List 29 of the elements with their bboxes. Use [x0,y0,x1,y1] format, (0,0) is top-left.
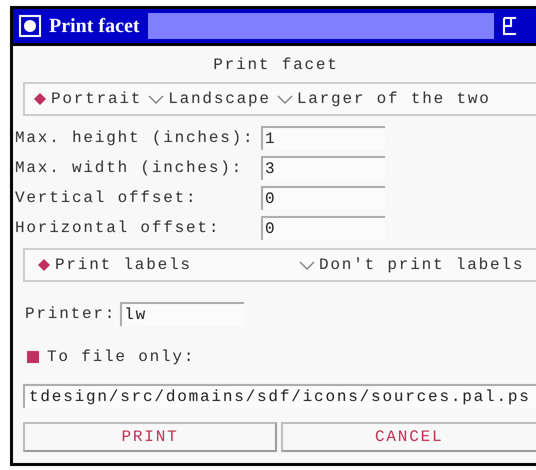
radio-label[interactable]: Don't print labels [319,256,524,274]
file-path-field[interactable]: tdesign/src/domains/sdf/icons/sources.pal.ps [23,384,536,408]
radio-label[interactable]: Print labels [55,256,192,274]
radio-unselected-icon[interactable] [299,260,315,270]
field-label: Vertical offset: [14,189,198,207]
radio-label[interactable]: Larger of the two [296,90,491,108]
printer-field[interactable]: lw [120,302,244,326]
input-field[interactable]: 3 [261,156,385,180]
window-title: Print facet [49,14,140,38]
radio-selected-icon[interactable] [33,92,47,106]
input-field[interactable]: 0 [261,186,385,210]
print-button[interactable]: PRINT [23,422,277,452]
input-field[interactable]: 0 [261,216,385,240]
window-resize-icon[interactable] [502,15,516,37]
printer-label: Printer: [25,305,116,323]
window-menu-icon[interactable] [19,15,41,37]
checkbox-label[interactable]: To file only: [47,348,196,366]
radio-unselected-icon[interactable] [276,94,293,104]
radio-selected-icon[interactable] [37,258,51,272]
checkbox[interactable] [27,351,39,363]
radio-unselected-icon[interactable] [148,94,164,104]
dialog-heading: Print facet [212,55,340,76]
field-label: Max. width (inches): [14,159,244,177]
field-label: Horizontal offset: [14,219,222,237]
radio-label[interactable]: Landscape [168,90,271,108]
field-label: Max. height (inches): [14,129,256,147]
input-field[interactable]: 1 [261,126,385,150]
cancel-button[interactable]: CANCEL [281,422,536,452]
radio-label[interactable]: Portrait [51,90,142,108]
